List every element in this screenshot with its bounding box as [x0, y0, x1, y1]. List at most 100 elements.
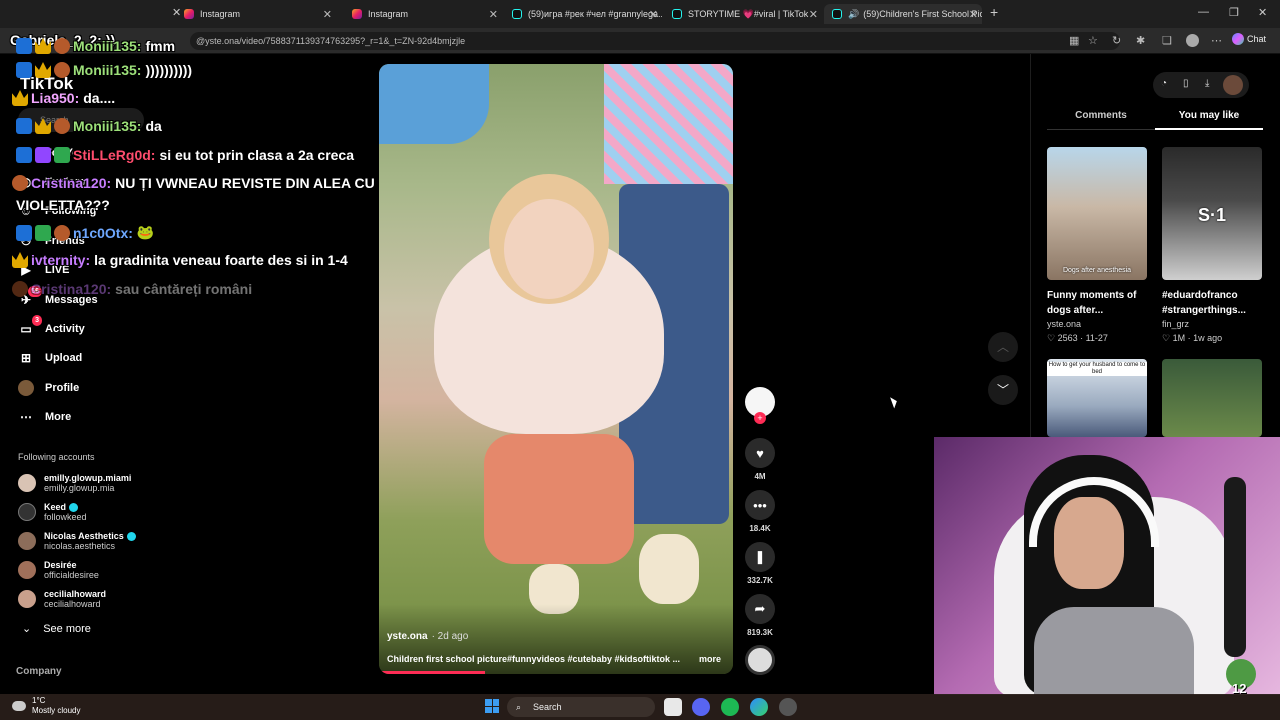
split-view-icon[interactable]: ▦	[1069, 34, 1079, 47]
chat-text: da....	[83, 90, 116, 106]
following-account[interactable]: Keed followkeed	[18, 499, 87, 525]
extensions-icon[interactable]: ✱	[1136, 34, 1145, 47]
avatar	[18, 561, 36, 579]
tab-title: (59)Children's First School Pic	[863, 9, 982, 19]
blue-badge-icon	[16, 38, 32, 54]
minimize-button[interactable]: —	[1198, 6, 1209, 18]
close-icon[interactable]: ✕	[323, 8, 332, 21]
close-icon[interactable]: ✕	[969, 8, 978, 21]
nav-more[interactable]: ⋯ More	[18, 406, 71, 428]
close-icon[interactable]: ✕	[172, 6, 181, 19]
chat-text: la gradinita veneau foarte des si in 1-4	[94, 252, 348, 268]
see-more-button[interactable]: ⌄ See more	[22, 622, 91, 636]
url-field[interactable]: @yste.ona/video/7588371139374763295?_r=1…	[190, 32, 1120, 50]
weather-widget[interactable]: 1°C Mostly cloudy	[12, 696, 80, 716]
menu-dots-icon[interactable]: ⋯	[1211, 34, 1222, 47]
close-window-button[interactable]: ✕	[1258, 6, 1267, 19]
chat-username: n1c0Otx:	[73, 224, 133, 241]
close-icon[interactable]: ✕	[649, 8, 658, 21]
browser-tab-bar: Instagram ✕ Instagram ✕ (59)игра #рек #ч…	[0, 0, 1280, 28]
post-age: · 2d ago	[431, 631, 469, 642]
mobile-icon[interactable]: ▯	[1183, 78, 1189, 89]
collections-icon[interactable]: ❏	[1162, 34, 1172, 47]
recommended-video[interactable]: S·1 #eduardofranco #strangerthings... fi…	[1162, 147, 1262, 344]
chevron-down-icon: ⌄	[22, 623, 32, 635]
temperature: 1°C	[32, 696, 46, 705]
chevron-up-icon: ︿	[996, 340, 1009, 354]
following-account[interactable]: emilly.glowup.miami emilly.glowup.mia	[18, 470, 131, 496]
comment-button[interactable]: ••• 18.4K	[745, 490, 775, 533]
save-button[interactable]: ❚ 332.7K	[745, 542, 775, 585]
browser-tab[interactable]: Instagram ✕	[344, 4, 502, 24]
overlay-number: 12	[1232, 681, 1247, 695]
windows-taskbar: 1°C Mostly cloudy ⌕ Search	[0, 694, 1280, 720]
fox-badge-icon	[54, 118, 70, 134]
account-name: cecilialhoward	[44, 589, 107, 599]
video-progress-bar[interactable]	[379, 671, 486, 674]
edge-icon[interactable]	[750, 698, 768, 716]
next-video-button[interactable]: ﹀	[988, 375, 1018, 405]
following-account[interactable]: Nicolas Aesthetics nicolas.aesthetics	[18, 528, 136, 554]
chat-text: da	[145, 118, 162, 134]
fox-badge-icon	[54, 38, 70, 54]
tab-you-may-like[interactable]: You may like	[1155, 110, 1263, 130]
spotify-icon[interactable]	[721, 698, 739, 716]
refresh-icon[interactable]: ↻	[1112, 34, 1121, 47]
browser-tab[interactable]: (59)игра #рек #чел #grannylega... ✕	[504, 4, 662, 24]
green-badge-icon	[54, 147, 70, 163]
gold-badge-icon	[12, 252, 28, 268]
favorite-star-icon[interactable]: ☆	[1088, 34, 1098, 47]
blue-badge-icon	[16, 118, 32, 134]
app-icon[interactable]	[779, 698, 797, 716]
browser-tab[interactable]: Instagram ✕	[176, 4, 336, 24]
speed-icon[interactable]: ◔	[1161, 78, 1167, 89]
video-thumbnail	[1162, 359, 1262, 437]
video-player[interactable]: yste.ona · 2d ago Children first school p…	[379, 64, 733, 674]
nav-upload[interactable]: ⊞ Upload	[18, 347, 82, 369]
download-icon[interactable]: ⤓	[1205, 78, 1209, 89]
caption-more-button[interactable]: more	[699, 654, 721, 664]
tab-title: Instagram	[200, 9, 241, 19]
browser-tab[interactable]: STORYTIME 💗#viral | TikTok ✕	[664, 4, 822, 24]
taskbar-search[interactable]: ⌕ Search	[507, 697, 655, 717]
following-account[interactable]: cecilialhoward cecilialhoward	[18, 586, 106, 612]
chat-username: Moniii135:	[73, 38, 142, 54]
nav-activity[interactable]: ▭ 3 Activity	[18, 315, 85, 340]
previous-video-button[interactable]: ︿	[988, 332, 1018, 362]
share-button[interactable]: ➦ 819.3K	[745, 594, 775, 637]
company-link[interactable]: Company	[16, 666, 62, 677]
tiktok-icon	[512, 9, 522, 19]
avatar	[18, 503, 36, 521]
recommended-video[interactable]: Dogs after anesthesia Funny moments of d…	[1047, 147, 1147, 344]
upload-icon: ⊞	[20, 351, 32, 365]
new-tab-button[interactable]: +	[990, 4, 998, 20]
browser-tab-active[interactable]: 🔊 (59)Children's First School Pic ✕	[824, 4, 982, 24]
avatar[interactable]	[1223, 75, 1243, 95]
close-icon[interactable]: ✕	[809, 8, 818, 21]
following-account[interactable]: Desirée officialdesiree	[18, 557, 99, 583]
music-disc-icon[interactable]	[745, 645, 775, 675]
chat-username: Lia950:	[31, 90, 80, 106]
address-bar: @yste.ona/video/7588371139374763295?_r=1…	[0, 28, 1280, 54]
nav-profile[interactable]: Profile	[18, 377, 79, 399]
account-handle: followkeed	[44, 512, 87, 523]
follow-plus-icon[interactable]: +	[754, 412, 766, 424]
close-icon[interactable]: ✕	[489, 8, 498, 21]
chat-message: StiLLeRg0d: si eu tot prin clasa a 2a cre…	[16, 147, 354, 163]
windows-start-icon[interactable]	[485, 699, 499, 713]
maximize-button[interactable]: ❐	[1229, 6, 1239, 19]
share-count: 819.3K	[747, 628, 773, 637]
recommended-video[interactable]: How to get your husband to come to bed	[1047, 359, 1147, 437]
like-button[interactable]: ♥ 4M	[745, 438, 775, 481]
tab-title: STORYTIME 💗#viral | TikTok	[688, 8, 809, 19]
discord-icon[interactable]	[692, 698, 710, 716]
account-handle: officialdesiree	[44, 570, 99, 580]
copilot-chat-button[interactable]: Chat	[1232, 33, 1266, 45]
instagram-icon	[184, 9, 194, 19]
recommended-video[interactable]	[1162, 359, 1262, 437]
tab-comments[interactable]: Comments	[1047, 110, 1155, 121]
video-author[interactable]: yste.ona · 2d ago	[387, 631, 468, 642]
file-explorer-icon[interactable]	[664, 698, 682, 716]
blue-badge-icon	[16, 147, 32, 163]
profile-avatar-icon[interactable]	[1186, 34, 1199, 47]
